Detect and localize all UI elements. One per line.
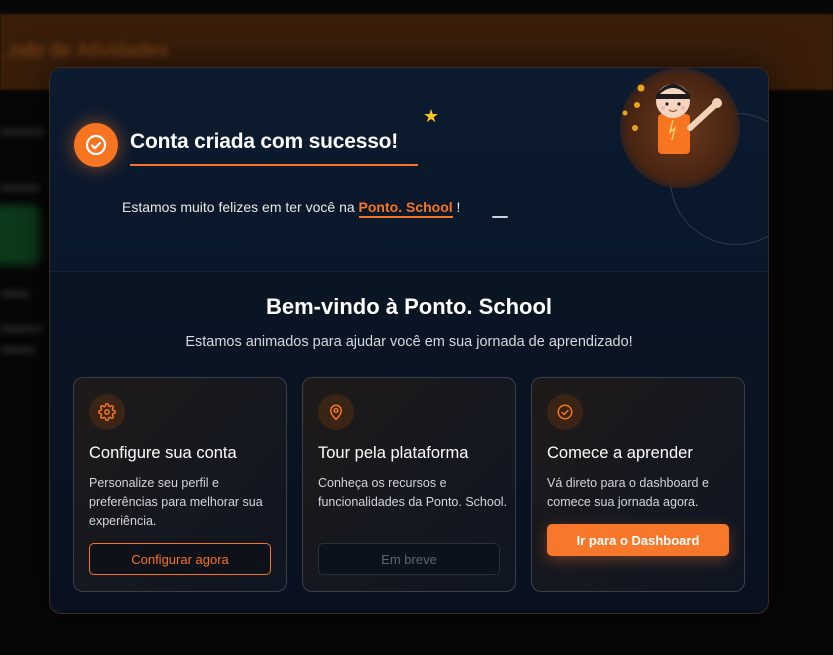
- card-description: Vá direto para o dashboard e comece sua …: [547, 476, 709, 509]
- card-description: Conheça os recursos e funcionalidades da…: [318, 476, 508, 509]
- success-title: Conta criada com sucesso!: [130, 130, 399, 153]
- background-line: [0, 184, 40, 192]
- hero-divider: [50, 271, 768, 272]
- background-line: [0, 128, 46, 136]
- map-pin-icon: [318, 394, 354, 430]
- modal-hero: Conta criada com sucesso! ★ Estamos muit…: [50, 68, 768, 271]
- configure-now-button[interactable]: Configurar agora: [89, 543, 271, 575]
- card-title: Comece a aprender: [547, 444, 693, 462]
- card-title: Configure sua conta: [89, 444, 237, 462]
- mascot-illustration: [622, 84, 722, 154]
- brand-name: Ponto. School: [358, 199, 453, 218]
- card-description: Personalize seu perfil e preferências pa…: [89, 476, 263, 528]
- card-start-learning: Comece a aprender Vá direto para o dashb…: [531, 377, 745, 592]
- background-header-text: ...ndo de Atividades: [0, 40, 169, 62]
- welcome-prefix: Estamos muito felizes em ter você na: [122, 199, 355, 215]
- background-line: [0, 290, 30, 298]
- welcome-suffix: !: [456, 199, 461, 215]
- background-line: [0, 325, 44, 333]
- star-icon: ★: [423, 106, 440, 126]
- card-title: Tour pela plataforma: [318, 444, 469, 462]
- gear-icon: [89, 394, 125, 430]
- decorative-dash: [492, 216, 508, 218]
- card-platform-tour: Tour pela plataforma Conheça os recursos…: [302, 377, 516, 592]
- welcome-modal: Conta criada com sucesso! ★ Estamos muit…: [49, 67, 769, 614]
- main-title: Bem-vindo à Ponto. School: [265, 294, 552, 319]
- go-to-dashboard-button[interactable]: Ir para o Dashboard: [547, 524, 729, 556]
- background-line: [0, 346, 36, 354]
- check-circle-icon: [547, 394, 583, 430]
- welcome-message: Estamos muito felizes em ter você na Pon…: [122, 199, 461, 218]
- main-subtitle: Estamos animados para ajudar você em sua…: [185, 334, 633, 350]
- coming-soon-button[interactable]: Em breve: [318, 543, 500, 575]
- title-underline: [130, 164, 418, 166]
- mascot-avatar: [615, 68, 745, 198]
- success-check-icon: [74, 123, 118, 167]
- card-configure-account: Configure sua conta Personalize seu perf…: [73, 377, 287, 592]
- background-card: [0, 205, 40, 265]
